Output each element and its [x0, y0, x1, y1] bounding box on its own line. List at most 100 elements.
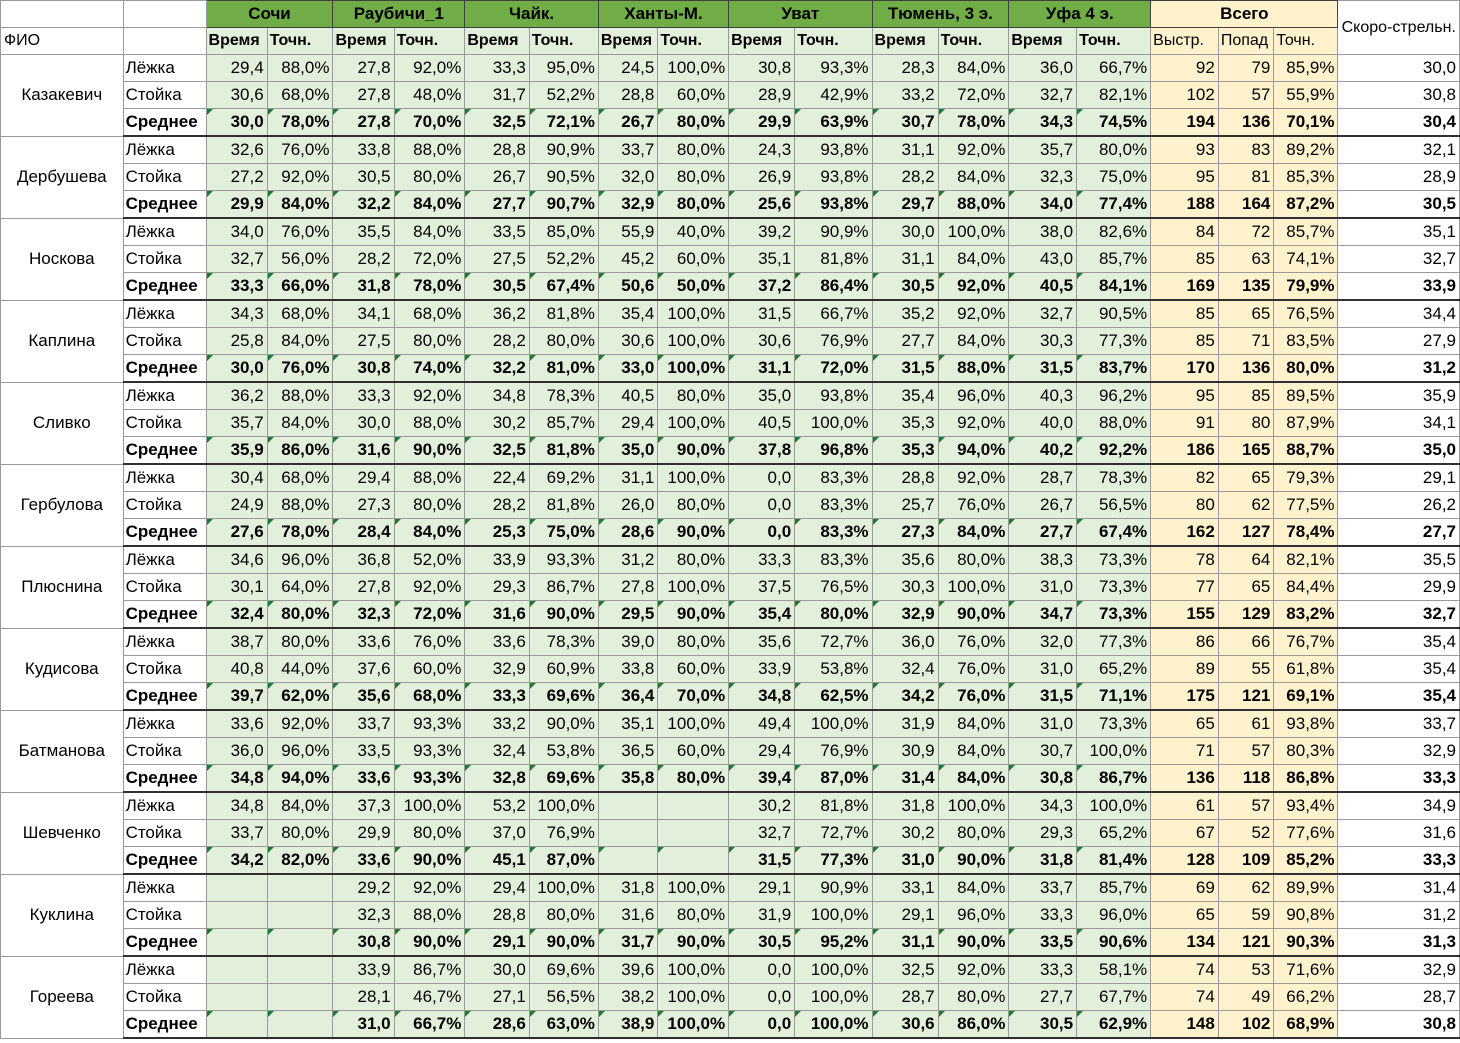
time-cell[interactable]: 38,9	[597, 1010, 659, 1039]
speed-cell[interactable]: 31,3	[1337, 928, 1460, 957]
accuracy-cell[interactable]: 96,2%	[1076, 381, 1152, 410]
accuracy-cell[interactable]: 60,0%	[657, 655, 730, 683]
accuracy-cell[interactable]: 80,0%	[937, 545, 1010, 574]
accuracy-cell[interactable]: 80,0%	[393, 163, 466, 191]
accuracy-cell[interactable]: 90,0%	[937, 928, 1010, 957]
time-cell[interactable]: 30,5	[871, 272, 939, 301]
time-cell[interactable]: 31,5	[728, 299, 796, 328]
accuracy-cell[interactable]: 88,0%	[266, 54, 334, 82]
speed-cell[interactable]: 27,7	[1337, 518, 1460, 547]
hits-cell[interactable]: 57	[1217, 81, 1275, 109]
accuracy-cell[interactable]: 63,0%	[528, 1010, 599, 1039]
hits-cell[interactable]: 66	[1217, 627, 1275, 656]
accuracy-cell[interactable]: 83,3%	[794, 491, 873, 519]
accuracy-cell[interactable]: 71,1%	[1076, 682, 1152, 711]
time-cell[interactable]: 25,6	[728, 190, 796, 219]
time-cell[interactable]: 24,9	[205, 491, 268, 519]
accuracy-cell[interactable]: 92,2%	[1076, 436, 1152, 465]
position-label[interactable]: Среднее	[122, 764, 207, 793]
accuracy-cell[interactable]: 90,0%	[393, 846, 466, 875]
speed-cell[interactable]: 35,4	[1337, 627, 1460, 656]
time-cell[interactable]: 28,2	[464, 327, 530, 355]
time-cell[interactable]: 28,9	[728, 81, 796, 109]
accuracy-cell[interactable]: 66,7%	[794, 299, 873, 328]
accuracy-cell[interactable]: 78,0%	[266, 518, 334, 547]
position-label[interactable]: Стойка	[122, 655, 207, 683]
accuracy-cell[interactable]: 53,8%	[528, 737, 599, 765]
sub-header[interactable]: Точн.	[528, 27, 599, 55]
accuracy-cell[interactable]: 84,0%	[266, 190, 334, 219]
athlete-name[interactable]: Каплина	[0, 299, 124, 383]
position-label[interactable]: Стойка	[122, 409, 207, 437]
time-cell[interactable]: 35,7	[1008, 135, 1078, 164]
position-label[interactable]: Стойка	[122, 245, 207, 273]
total-accuracy-cell[interactable]: 90,8%	[1273, 901, 1339, 929]
accuracy-cell[interactable]: 62,9%	[1076, 1010, 1152, 1039]
time-cell[interactable]: 33,2	[871, 81, 939, 109]
hits-cell[interactable]: 81	[1217, 163, 1275, 191]
time-cell[interactable]	[205, 873, 268, 902]
sub-header[interactable]: Точн.	[1076, 27, 1152, 55]
accuracy-cell[interactable]: 92,0%	[937, 409, 1010, 437]
speed-cell[interactable]: 35,4	[1337, 682, 1460, 711]
accuracy-cell[interactable]: 77,3%	[794, 846, 873, 875]
shots-cell[interactable]: 148	[1150, 1010, 1219, 1039]
accuracy-cell[interactable]: 80,0%	[393, 491, 466, 519]
accuracy-cell[interactable]: 60,0%	[657, 81, 730, 109]
time-cell[interactable]: 36,2	[464, 299, 530, 328]
accuracy-cell[interactable]: 72,7%	[794, 627, 873, 656]
shots-cell[interactable]: 194	[1150, 108, 1219, 137]
accuracy-cell[interactable]: 88,0%	[937, 190, 1010, 219]
speed-cell[interactable]: 31,2	[1337, 354, 1460, 383]
accuracy-cell[interactable]: 68,0%	[266, 299, 334, 328]
time-cell[interactable]: 39,0	[597, 627, 659, 656]
time-cell[interactable]: 38,3	[1008, 545, 1078, 574]
accuracy-cell[interactable]: 80,0%	[657, 108, 730, 137]
position-label[interactable]: Стойка	[122, 81, 207, 109]
accuracy-cell[interactable]: 76,0%	[937, 627, 1010, 656]
position-label[interactable]: Среднее	[122, 928, 207, 957]
accuracy-cell[interactable]: 80,0%	[266, 819, 334, 847]
time-cell[interactable]: 31,5	[871, 354, 939, 383]
venue-header[interactable]: Раубичи_1	[332, 0, 466, 28]
accuracy-cell[interactable]: 74,5%	[1076, 108, 1152, 137]
accuracy-cell[interactable]: 100,0%	[657, 54, 730, 82]
time-cell[interactable]: 32,7	[1008, 81, 1078, 109]
sub-header[interactable]: Точн.	[937, 27, 1010, 55]
accuracy-cell[interactable]: 100,0%	[657, 709, 730, 738]
position-label[interactable]: Стойка	[122, 737, 207, 765]
accuracy-cell[interactable]: 100,0%	[937, 217, 1010, 246]
speed-cell[interactable]: 30,8	[1337, 1010, 1460, 1039]
accuracy-cell[interactable]: 84,0%	[266, 791, 334, 820]
fio-header[interactable]: ФИО	[0, 27, 124, 55]
speed-cell[interactable]: 35,9	[1337, 381, 1460, 410]
accuracy-cell[interactable]	[266, 873, 334, 902]
accuracy-cell[interactable]: 90,0%	[657, 928, 730, 957]
hits-cell[interactable]: 121	[1217, 682, 1275, 711]
accuracy-cell[interactable]: 80,0%	[393, 819, 466, 847]
shots-cell[interactable]: 128	[1150, 846, 1219, 875]
accuracy-cell[interactable]: 84,0%	[937, 737, 1010, 765]
time-cell[interactable]: 34,8	[205, 791, 268, 820]
time-cell[interactable]: 31,1	[871, 135, 939, 164]
position-label[interactable]: Среднее	[122, 682, 207, 711]
time-cell[interactable]: 35,4	[597, 299, 659, 328]
time-cell[interactable]: 27,7	[464, 190, 530, 219]
accuracy-cell[interactable]: 85,7%	[528, 409, 599, 437]
time-cell[interactable]: 27,6	[205, 518, 268, 547]
time-cell[interactable]: 31,0	[871, 846, 939, 875]
accuracy-cell[interactable]: 80,0%	[528, 327, 599, 355]
time-cell[interactable]: 33,3	[1008, 901, 1078, 929]
accuracy-cell[interactable]: 87,0%	[794, 764, 873, 793]
accuracy-cell[interactable]: 88,0%	[393, 135, 466, 164]
accuracy-cell[interactable]: 76,5%	[794, 573, 873, 601]
speed-cell[interactable]: 32,9	[1337, 737, 1460, 765]
time-cell[interactable]: 31,5	[1008, 682, 1078, 711]
time-cell[interactable]: 32,5	[464, 436, 530, 465]
accuracy-cell[interactable]: 81,0%	[528, 354, 599, 383]
time-cell[interactable]: 35,4	[728, 600, 796, 629]
time-cell[interactable]: 26,9	[728, 163, 796, 191]
athlete-name[interactable]: Гореева	[0, 955, 124, 1039]
total-accuracy-cell[interactable]: 90,3%	[1273, 928, 1339, 957]
time-cell[interactable]: 27,3	[871, 518, 939, 547]
